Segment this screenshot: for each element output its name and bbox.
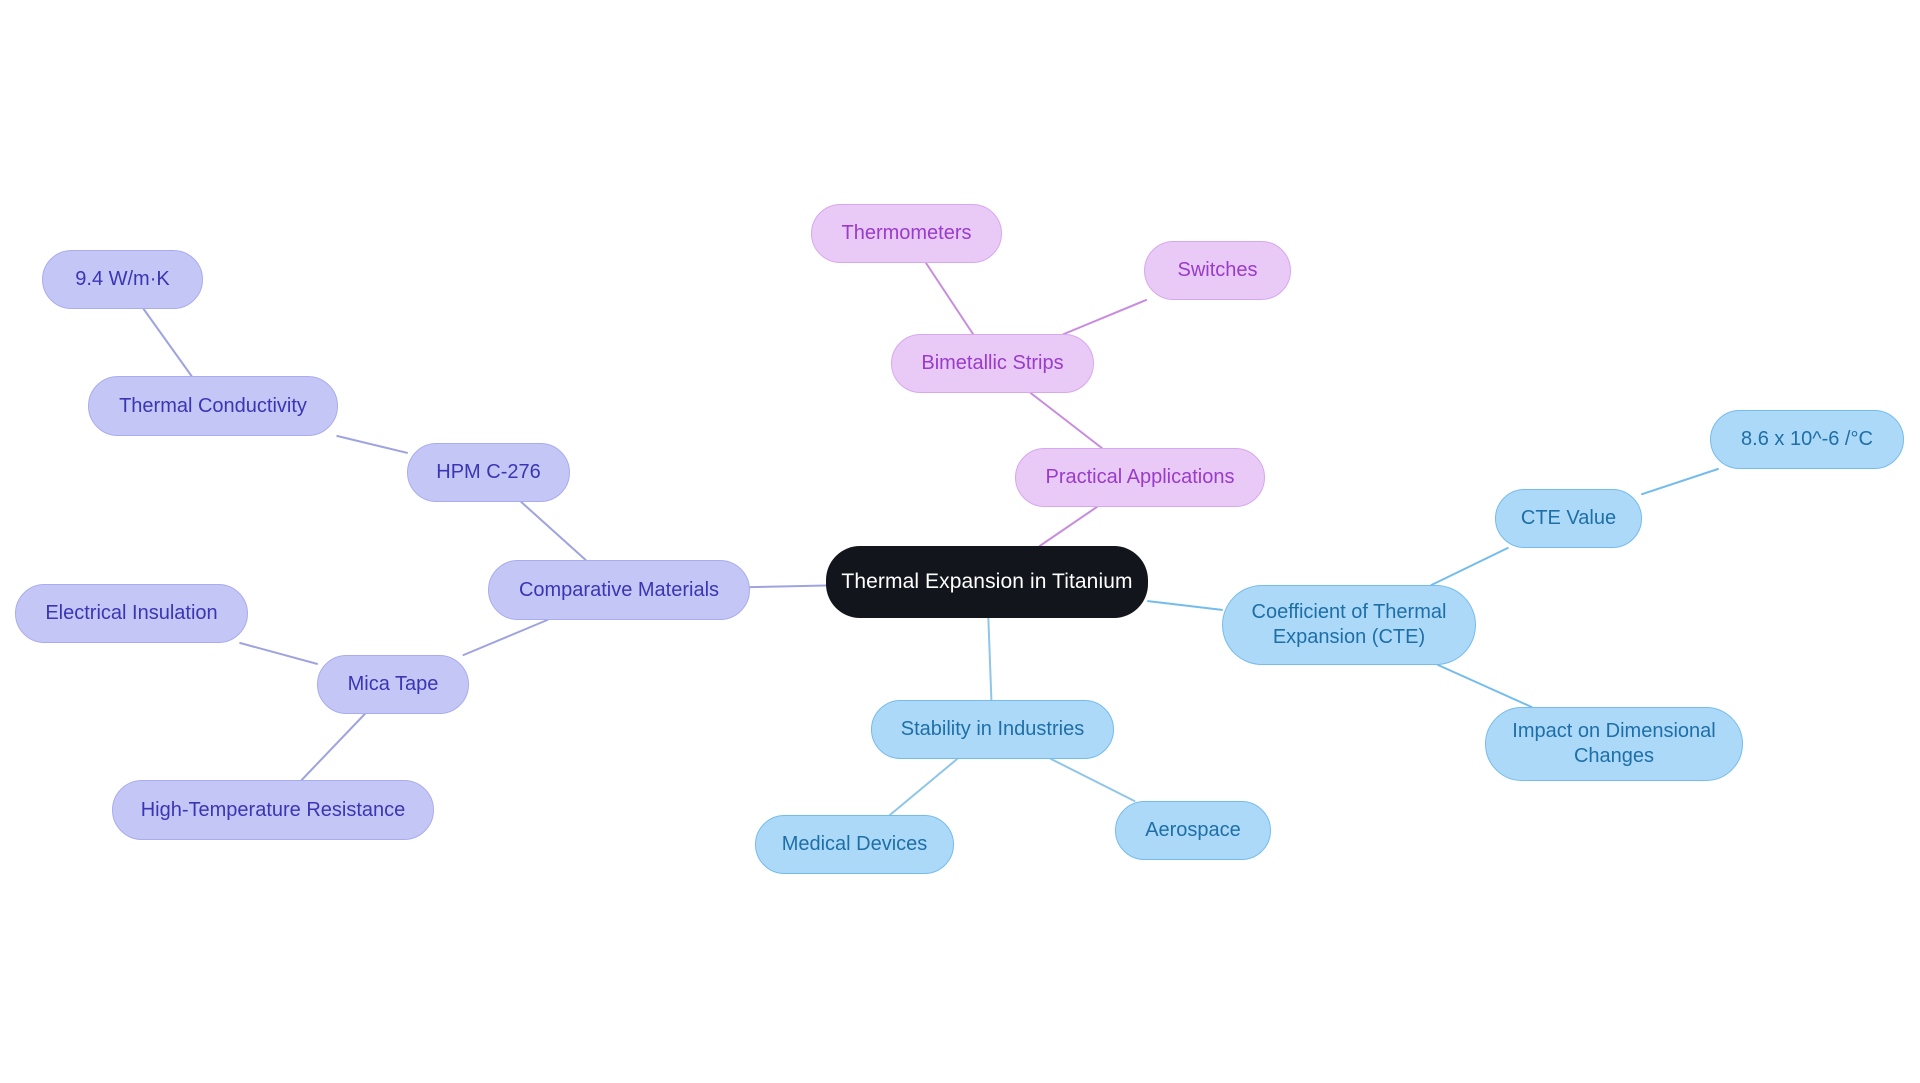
mindmap-edge-compmat-to-hpm [520,501,587,561]
mindmap-edge-cte-to-impact [1437,664,1533,708]
mindmap-edge-bimetal-to-thermo [925,262,974,335]
mindmap-edge-mica-to-hightemp [300,713,366,781]
mindmap-node-elecins[interactable]: Electrical Insulation [15,584,248,643]
mindmap-node-hightemp[interactable]: High-Temperature Resistance [112,780,434,840]
mindmap-edge-root-to-practical [1038,506,1098,547]
mindmap-node-wmk[interactable]: 9.4 W/m·K [42,250,203,309]
mindmap-edge-root-to-stability [987,617,993,701]
mindmap-edge-cteval-to-ctenum [1641,468,1719,496]
mindmap-edge-root-to-cte [1147,600,1223,611]
mindmap-edge-practical-to-bimetal [1029,392,1103,449]
mindmap-node-cteval[interactable]: CTE Value [1495,489,1642,548]
mindmap-edge-cte-to-cteval [1430,547,1509,586]
mindmap-node-thermo[interactable]: Thermometers [811,204,1002,263]
mindmap-node-cte[interactable]: Coefficient of Thermal Expansion (CTE) [1222,585,1476,665]
mindmap-node-practical[interactable]: Practical Applications [1015,448,1265,507]
mindmap-edge-stability-to-aero [1050,758,1136,802]
edge-layer [142,262,1719,816]
mindmap-node-ctenum[interactable]: 8.6 x 10^-6 /°C [1710,410,1904,469]
mindmap-node-compmat[interactable]: Comparative Materials [488,560,750,620]
mindmap-node-hpm[interactable]: HPM C-276 [407,443,570,502]
mindmap-node-impact[interactable]: Impact on Dimensional Changes [1485,707,1743,781]
mindmap-edge-mica-to-elecins [239,642,318,665]
mindmap-node-thermcond[interactable]: Thermal Conductivity [88,376,338,436]
mindmap-edge-compmat-to-mica [462,619,549,656]
mindmap-edge-root-to-compmat [749,584,827,589]
mindmap-node-switches[interactable]: Switches [1144,241,1291,300]
mindmap-node-bimetal[interactable]: Bimetallic Strips [891,334,1094,393]
mindmap-edge-thermcond-to-wmk [142,308,193,377]
mindmap-edge-bimetal-to-switches [1062,299,1148,335]
mindmap-root-node[interactable]: Thermal Expansion in Titanium [826,546,1148,618]
mindmap-node-stability[interactable]: Stability in Industries [871,700,1114,759]
mindmap-node-aero[interactable]: Aerospace [1115,801,1271,860]
mindmap-edge-stability-to-medical [888,758,959,816]
mindmap-canvas: Thermal Expansion in Titanium Coefficient… [0,0,1920,1083]
mindmap-node-medical[interactable]: Medical Devices [755,815,954,874]
mindmap-edge-hpm-to-thermcond [336,435,408,454]
mindmap-node-mica[interactable]: Mica Tape [317,655,469,714]
